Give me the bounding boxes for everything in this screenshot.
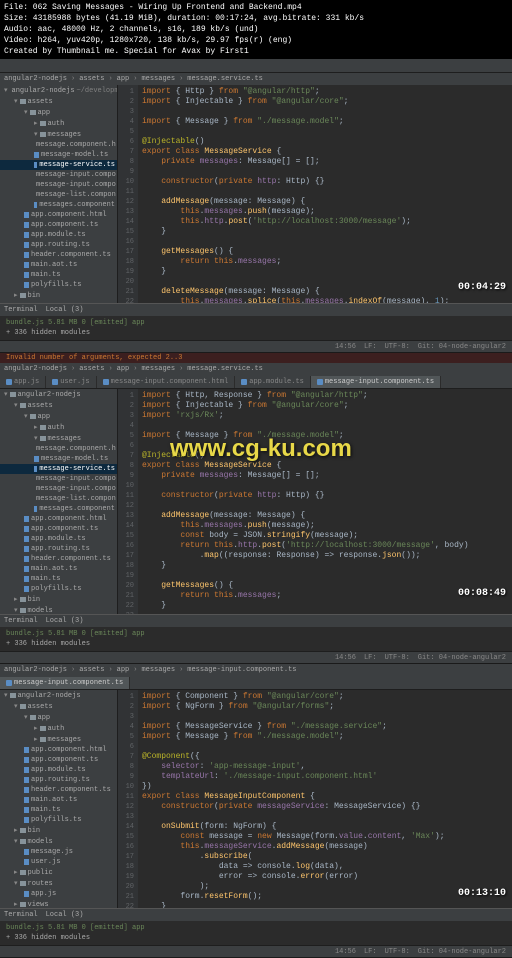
tree-file[interactable]: polyfills.ts: [0, 280, 117, 290]
tree-folder[interactable]: ▸auth: [0, 118, 117, 129]
audio-line: Audio: aac, 48000 Hz, 2 channels, s16, 1…: [4, 24, 508, 35]
tree-file[interactable]: message-model.ts: [0, 150, 117, 160]
terminal-panel[interactable]: TerminalLocal (3) bundle.js 5.81 MB 0 [e…: [0, 908, 512, 945]
timestamp-2: 00:08:49: [458, 588, 506, 599]
tab-active[interactable]: message-input.component.ts: [311, 376, 441, 388]
terminal-tab[interactable]: Local (3): [46, 306, 84, 314]
tree-file[interactable]: messages.component: [0, 200, 117, 210]
tree-file[interactable]: main.aot.ts: [0, 260, 117, 270]
tree-root[interactable]: ▾angular2-nodejs ~/development/: [0, 85, 117, 96]
code-editor[interactable]: 12345678910111213141516171819202122 impo…: [118, 690, 512, 908]
tree-folder[interactable]: ▸bin: [0, 290, 117, 301]
video-line: Video: h264, yuv420p, 1280x720, 138 kb/s…: [4, 35, 508, 46]
tab[interactable]: user.js: [46, 376, 96, 388]
tree-file-selected[interactable]: message-service.ts: [0, 160, 117, 170]
tab-active[interactable]: message-input.component.ts: [0, 677, 130, 689]
tree-file[interactable]: message-input.compo: [0, 170, 117, 180]
video-metadata-header: File: 062 Saving Messages - Wiring Up Fr…: [0, 0, 512, 59]
created-line: Created by Thumbnail me. Special for Ava…: [4, 46, 508, 57]
breadcrumb-part[interactable]: app: [117, 75, 130, 83]
status-bar: 14:56LF:UTF-8:Git: 04-node-angular2: [0, 651, 512, 663]
tree-folder[interactable]: ▾messages: [0, 129, 117, 140]
tree-file[interactable]: message.component.h: [0, 140, 117, 150]
tree-file[interactable]: message-input.compo: [0, 180, 117, 190]
code-content[interactable]: import { Component } from "@angular/core…: [138, 690, 512, 908]
terminal-output: bundle.js 5.81 MB 0 [emitted] app + 336 …: [0, 316, 512, 340]
tree-file[interactable]: app.component.ts: [0, 220, 117, 230]
code-content[interactable]: import { Http, Response } from "@angular…: [138, 389, 512, 614]
tree-file[interactable]: message-list.compon: [0, 190, 117, 200]
terminal-panel[interactable]: TerminalLocal (3) bundle.js 5.81 MB 0 [e…: [0, 614, 512, 651]
project-tree[interactable]: ▾angular2-nodejs ~/development/ ▾assets …: [0, 85, 118, 303]
breadcrumb-bar[interactable]: angular2-nodejs›assets›app›messages›mess…: [0, 363, 512, 375]
breadcrumb-root[interactable]: angular2-nodejs: [4, 75, 67, 83]
ide-frame-2: Invalid number of arguments, expected 2.…: [0, 353, 512, 664]
timestamp-3: 00:13:10: [458, 888, 506, 899]
tree-file[interactable]: header.component.ts: [0, 250, 117, 260]
tab[interactable]: app.js: [0, 376, 46, 388]
ide-frame-1: angular2-nodejs› assets› app› messages› …: [0, 59, 512, 353]
terminal-tabs[interactable]: Terminal Local (3): [0, 304, 512, 316]
breadcrumb-bar[interactable]: angular2-nodejs›assets›app›messages›mess…: [0, 664, 512, 676]
error-banner: Invalid number of arguments, expected 2.…: [0, 353, 512, 363]
code-content[interactable]: import { Http } from "@angular/http"; im…: [138, 85, 512, 303]
file-line: File: 062 Saving Messages - Wiring Up Fr…: [4, 2, 508, 13]
breadcrumb-part[interactable]: messages: [141, 75, 175, 83]
line-gutter: 12345678910111213141516171819202122: [118, 85, 138, 303]
tree-file[interactable]: app.routing.ts: [0, 240, 117, 250]
code-editor[interactable]: 12345678910111213141516171819202122 impo…: [118, 85, 512, 303]
tree-folder[interactable]: ▾models: [0, 301, 117, 303]
main-toolbar: [0, 59, 512, 73]
editor-tabs[interactable]: message-input.component.ts: [0, 676, 512, 690]
line-gutter: 12345678910111213141516171819202122: [118, 690, 138, 908]
tab[interactable]: message-input.component.html: [97, 376, 236, 388]
terminal-tab[interactable]: Terminal: [4, 306, 38, 314]
code-editor[interactable]: 1234567891011121314151617181920212223 im…: [118, 389, 512, 614]
status-bar: 14:56LF:UTF-8:Git: 04-node-angular2: [0, 945, 512, 957]
terminal-panel[interactable]: Terminal Local (3) bundle.js 5.81 MB 0 […: [0, 303, 512, 340]
project-tree[interactable]: ▾angular2-nodejs ▾assets ▾app ▸auth ▸mes…: [0, 690, 118, 908]
tree-folder[interactable]: ▾app: [0, 107, 117, 118]
editor-tabs[interactable]: app.js user.js message-input.component.h…: [0, 375, 512, 389]
tree-folder[interactable]: ▾assets: [0, 96, 117, 107]
tree-file[interactable]: app.component.html: [0, 210, 117, 220]
breadcrumb-part[interactable]: assets: [79, 75, 104, 83]
tab[interactable]: app.module.ts: [235, 376, 311, 388]
project-tree[interactable]: ▾angular2-nodejs ▾assets ▾app ▸auth ▾mes…: [0, 389, 118, 614]
breadcrumb-bar[interactable]: angular2-nodejs› assets› app› messages› …: [0, 73, 512, 85]
breadcrumb-file[interactable]: message.service.ts: [187, 75, 263, 83]
timestamp-1: 00:04:29: [458, 282, 506, 293]
line-gutter: 1234567891011121314151617181920212223: [118, 389, 138, 614]
tree-file[interactable]: app.module.ts: [0, 230, 117, 240]
status-bar: 14:56LF:UTF-8:Git: 04-node-angular2: [0, 340, 512, 352]
size-line: Size: 43185988 bytes (41.19 MiB), durati…: [4, 13, 508, 24]
tree-file[interactable]: main.ts: [0, 270, 117, 280]
ide-frame-3: angular2-nodejs›assets›app›messages›mess…: [0, 664, 512, 958]
